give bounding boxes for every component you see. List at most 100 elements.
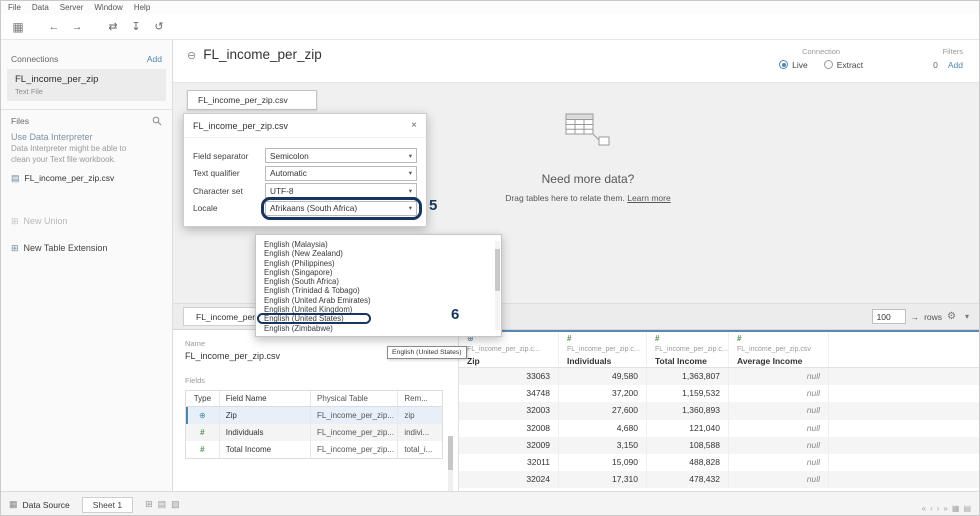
show-tabs-icon[interactable]: ▤ xyxy=(963,504,971,513)
fields-col-header-field-name: Field Name xyxy=(220,391,311,406)
connection-name: FL_income_per_zip xyxy=(15,74,99,85)
app-logo-icon[interactable]: ▦ xyxy=(7,18,29,36)
grid-col-header-individuals[interactable]: # FL_income_per_zip.c... Individuals xyxy=(559,332,647,367)
extract-radio[interactable]: Extract xyxy=(823,60,863,70)
field-name: Individuals xyxy=(220,424,311,441)
table-extension-icon: ⊞ xyxy=(11,242,19,253)
connection-item[interactable]: FL_income_per_zip Text File xyxy=(7,69,166,101)
hash-icon: # xyxy=(186,424,220,441)
data-interpreter-link[interactable]: Use Data Interpreter xyxy=(1,128,172,143)
grid-col-header-zip[interactable]: ⊕ FL_income_per_zip.c... Zip xyxy=(459,332,559,367)
forward-icon[interactable]: → xyxy=(66,18,88,36)
option-tooltip: English (United States) xyxy=(387,346,467,359)
refresh-icon[interactable]: ↺ xyxy=(148,18,170,36)
new-sheet-buttons: ⊞ ▤ ▧ xyxy=(145,499,180,510)
field-physical-table: FL_income_per_zip... xyxy=(311,441,399,458)
last-sheet-icon[interactable]: » xyxy=(943,504,947,513)
statusbar: ▦ Data Source Sheet 1 ⊞ ▤ ▧ « ‹ › » ▦ ▤ xyxy=(1,491,979,515)
locale-option-english-new-zealand[interactable]: English (New Zealand) xyxy=(256,249,501,258)
grid-col-source: FL_income_per_zip.c... xyxy=(467,346,540,353)
field-row-total-income[interactable]: # Total Income FL_income_per_zip... total_i… xyxy=(186,441,442,458)
locale-option-english-trinidad-tobago[interactable]: English (Trinidad & Tobago) xyxy=(256,286,501,295)
rows-count-input[interactable] xyxy=(871,309,906,324)
locale-option-english-united-kingdom[interactable]: English (United Kingdom) xyxy=(256,305,501,314)
fields-scrollbar[interactable] xyxy=(448,436,453,491)
menu-data[interactable]: Data xyxy=(32,3,49,12)
rows-label: rows xyxy=(924,311,943,322)
drag-hint-text: Drag tables here to relate them. xyxy=(505,193,625,203)
grid-cell: 1,159,532 xyxy=(647,385,729,403)
live-radio[interactable]: Live xyxy=(779,60,808,70)
dialog-field-label: Text qualifier xyxy=(193,168,240,178)
grid-cell: null xyxy=(729,368,829,386)
field-row-zip[interactable]: ⊕ Zip FL_income_per_zip... zip xyxy=(186,407,442,424)
locale-option-english-united-states[interactable]: English (United States) xyxy=(256,312,501,325)
chevron-down-icon[interactable]: ▾ xyxy=(965,312,969,321)
show-filmstrip-icon[interactable]: ▦ xyxy=(952,504,960,513)
locale-option-english-zimbabwe[interactable]: English (Zimbabwe) xyxy=(256,324,501,333)
swap-icon[interactable]: ⇄ xyxy=(102,18,124,36)
locale-dropdown-list: English (Malaysia) English (New Zealand) E… xyxy=(255,234,502,337)
text-qualifier-select[interactable]: Automatic ▾ xyxy=(265,165,417,181)
new-worksheet-icon[interactable]: ⊞ xyxy=(145,499,153,510)
menu-file[interactable]: File xyxy=(8,3,21,12)
new-table-extension[interactable]: ⊞ New Table Extension xyxy=(1,239,172,258)
grid-cell: 33063 xyxy=(459,368,559,386)
drag-hint: Drag tables here to relate them. Learn m… xyxy=(468,193,708,203)
grid-cell: null xyxy=(729,436,829,454)
data-source-tab[interactable]: ▦ Data Source xyxy=(9,499,70,510)
first-sheet-icon[interactable]: « xyxy=(922,504,926,513)
new-dashboard-icon[interactable]: ▤ xyxy=(158,499,167,510)
sidebar: Connections Add FL_income_per_zip Text F… xyxy=(1,40,173,491)
grid-cell: null xyxy=(729,453,829,472)
new-union[interactable]: ⊞ New Union xyxy=(1,212,172,231)
scrollbar-thumb[interactable] xyxy=(495,249,500,291)
text-file-icon: ▤ xyxy=(11,172,20,183)
locale-option-english-philippines[interactable]: English (Philippines) xyxy=(256,259,501,268)
prev-sheet-icon[interactable]: ‹ xyxy=(930,504,933,513)
grid-col-header-total-income[interactable]: # FL_income_per_zip.c... Total Income xyxy=(647,332,729,367)
locale-select[interactable]: Afrikaans (South Africa) ▾ xyxy=(261,196,422,220)
grid-cell: 32009 xyxy=(459,436,559,454)
file-item-csv[interactable]: ▤ FL_income_per_zip.csv xyxy=(1,167,172,190)
locale-options: English (Malaysia) English (New Zealand) E… xyxy=(256,240,501,333)
grid-col-header-average-income[interactable]: # FL_income_per_zip.csv Average Income xyxy=(729,332,829,367)
fields-table: Type Field Name Physical Table Rem... ⊕ Zip F… xyxy=(185,390,443,459)
back-icon[interactable]: ← xyxy=(43,18,65,36)
new-table-extension-label: New Table Extension xyxy=(23,243,108,254)
sheet1-tab[interactable]: Sheet 1 xyxy=(81,496,134,513)
connection-type: Text File xyxy=(15,87,43,96)
filters-label: Filters xyxy=(942,47,963,56)
scrollbar-thumb[interactable] xyxy=(448,436,453,470)
add-connection-link[interactable]: Add xyxy=(147,54,162,64)
filters-add-link[interactable]: Add xyxy=(948,60,963,70)
datasource-icon[interactable]: ⊖ xyxy=(187,49,196,62)
locale-option-english-malaysia[interactable]: English (Malaysia) xyxy=(256,240,501,249)
menu-help[interactable]: Help xyxy=(134,3,150,12)
locale-option-english-united-arab-emirates[interactable]: English (United Arab Emirates) xyxy=(256,296,501,305)
field-separator-select[interactable]: Semicolon ▾ xyxy=(265,148,417,163)
dropdown-scrollbar[interactable] xyxy=(495,241,500,330)
gear-icon[interactable]: ⚙ xyxy=(947,311,956,322)
search-icon[interactable] xyxy=(152,116,162,126)
menu-window[interactable]: Window xyxy=(94,3,122,12)
locale-option-english-singapore[interactable]: English (Singapore) xyxy=(256,268,501,277)
field-row-individuals[interactable]: # Individuals FL_income_per_zip... indivi..… xyxy=(186,424,442,441)
annotation-ring-step6 xyxy=(257,312,371,325)
locale-option-english-south-africa[interactable]: English (South Africa) xyxy=(256,277,501,286)
close-icon[interactable]: × xyxy=(411,120,417,131)
files-label: Files xyxy=(11,116,29,126)
menu-server[interactable]: Server xyxy=(60,3,84,12)
chevron-down-icon: ▾ xyxy=(408,205,412,212)
globe-icon: ⊕ xyxy=(186,407,220,424)
learn-more-link[interactable]: Learn more xyxy=(627,193,670,203)
field-name: Zip xyxy=(220,407,311,424)
save-icon[interactable]: ↧ xyxy=(125,18,147,36)
table-chip[interactable]: FL_income_per_zip.csv xyxy=(187,90,317,110)
chevron-down-icon: ▾ xyxy=(408,152,412,160)
character-set-select[interactable]: UTF-8 ▾ xyxy=(265,183,417,198)
union-icon: ⊞ xyxy=(11,215,19,226)
toolbar: ▦ ← → ⇄ ↧ ↺ xyxy=(1,14,979,40)
new-story-icon[interactable]: ▧ xyxy=(171,499,180,510)
next-sheet-icon[interactable]: › xyxy=(937,504,940,513)
